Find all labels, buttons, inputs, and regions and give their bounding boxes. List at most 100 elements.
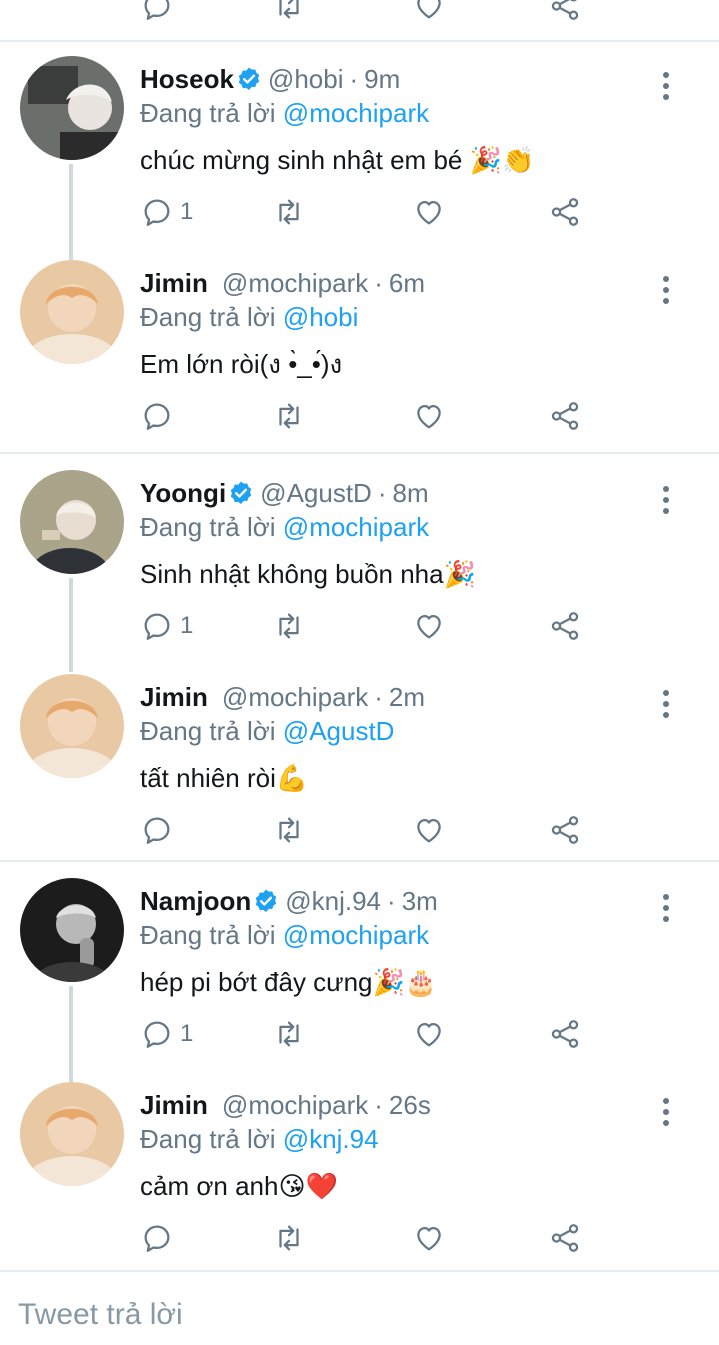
tweet[interactable]: Jimin@mochipark·6m Đang trả lời @hobi Em…: [0, 260, 719, 450]
separator-dot: ·: [387, 886, 396, 916]
tweet-text: Em lớn ròi(ง •̀_•́)ง: [140, 344, 342, 384]
mention-link[interactable]: @mochipark: [283, 512, 429, 542]
replying-to-label: Đang trả lời: [140, 1124, 276, 1154]
display-name[interactable]: Hoseok: [140, 64, 234, 94]
handle[interactable]: @AgustD: [260, 478, 372, 508]
previous-tweet-actions: [0, 0, 719, 42]
reply-icon: [140, 1221, 174, 1255]
avatar[interactable]: [20, 878, 124, 982]
tweet-actions: 1: [140, 192, 600, 232]
tweet[interactable]: Yoongi @AgustD·8m Đang trả lời @mochipark…: [0, 470, 719, 660]
timestamp[interactable]: 2m: [389, 682, 425, 712]
like-button[interactable]: [412, 1014, 446, 1054]
handle[interactable]: @mochipark: [222, 1090, 368, 1120]
retweet-button[interactable]: [272, 1218, 306, 1258]
tweet-header: Namjoon @knj.94·3m: [140, 884, 438, 918]
share-button[interactable]: [548, 606, 582, 646]
reply-button[interactable]: [140, 810, 180, 850]
share-icon: [548, 1017, 582, 1051]
reply-button[interactable]: [140, 396, 180, 436]
like-button[interactable]: [412, 1218, 446, 1258]
timestamp[interactable]: 26s: [389, 1090, 431, 1120]
replying-to: Đang trả lời @mochipark: [140, 96, 429, 130]
like-button[interactable]: [412, 606, 446, 646]
handle[interactable]: @hobi: [268, 64, 344, 94]
share-button[interactable]: [548, 396, 582, 436]
display-name[interactable]: Jimin: [140, 682, 208, 712]
handle[interactable]: @mochipark: [222, 682, 368, 712]
reply-button[interactable]: 1: [140, 606, 193, 646]
avatar[interactable]: [20, 56, 124, 160]
reply-icon: [140, 813, 174, 847]
mention-link[interactable]: @mochipark: [283, 920, 429, 950]
display-name[interactable]: Yoongi: [140, 478, 226, 508]
more-icon[interactable]: [660, 486, 672, 516]
verified-icon: [228, 480, 254, 506]
display-name[interactable]: Namjoon: [140, 886, 251, 916]
retweet-button[interactable]: [272, 810, 306, 850]
avatar[interactable]: [20, 674, 124, 778]
like-button[interactable]: [412, 810, 446, 850]
mention-link[interactable]: @knj.94: [283, 1124, 379, 1154]
tweet-actions: [140, 396, 600, 436]
separator-dot: ·: [349, 64, 358, 94]
handle[interactable]: @mochipark: [222, 268, 368, 298]
share-icon: [548, 609, 582, 643]
share-button[interactable]: [548, 192, 582, 232]
replying-to: Đang trả lời @AgustD: [140, 714, 394, 748]
mention-link[interactable]: @hobi: [283, 302, 359, 332]
avatar[interactable]: [20, 470, 124, 574]
replying-to-label: Đang trả lời: [140, 512, 276, 542]
reply-button[interactable]: 1: [140, 192, 193, 232]
separator-dot: ·: [374, 268, 383, 298]
like-icon[interactable]: [412, 0, 446, 26]
share-button[interactable]: [548, 810, 582, 850]
reply-input[interactable]: Tweet trả lời: [18, 1298, 183, 1332]
share-button[interactable]: [548, 1218, 582, 1258]
retweet-button[interactable]: [272, 396, 306, 436]
avatar[interactable]: [20, 1082, 124, 1186]
reply-composer[interactable]: Tweet trả lời: [0, 1270, 719, 1345]
retweet-button[interactable]: [272, 606, 306, 646]
timestamp[interactable]: 6m: [389, 268, 425, 298]
handle[interactable]: @knj.94: [285, 886, 381, 916]
reply-icon[interactable]: [140, 0, 174, 26]
more-icon[interactable]: [660, 690, 672, 720]
verified-icon: [236, 66, 262, 92]
share-icon: [548, 195, 582, 229]
retweet-icon: [272, 1221, 306, 1255]
replying-to-label: Đang trả lời: [140, 716, 276, 746]
tweet-header: Hoseok @hobi·9m: [140, 62, 400, 96]
share-button[interactable]: [548, 1014, 582, 1054]
avatar[interactable]: [20, 260, 124, 364]
display-name[interactable]: Jimin: [140, 1090, 208, 1120]
reply-button[interactable]: 1: [140, 1014, 193, 1054]
timestamp[interactable]: 3m: [402, 886, 438, 916]
tweet[interactable]: Jimin@mochipark·2m Đang trả lời @AgustD …: [0, 674, 719, 864]
tweet[interactable]: Namjoon@knj.94·3m Đang trả lời @mochipar…: [0, 878, 719, 1068]
reply-icon: [140, 399, 174, 433]
timestamp[interactable]: 9m: [364, 64, 400, 94]
like-icon: [412, 813, 446, 847]
like-button[interactable]: [412, 192, 446, 232]
separator-dot: ·: [378, 478, 387, 508]
mention-link[interactable]: @mochipark: [283, 98, 429, 128]
more-icon[interactable]: [660, 1098, 672, 1128]
like-button[interactable]: [412, 396, 446, 436]
retweet-button[interactable]: [272, 1014, 306, 1054]
more-icon[interactable]: [660, 72, 672, 102]
more-icon[interactable]: [660, 276, 672, 306]
more-icon[interactable]: [660, 894, 672, 924]
tweet-text: chúc mừng sinh nhật em bé 🎉👏: [140, 140, 534, 180]
retweet-button[interactable]: [272, 192, 306, 232]
timestamp[interactable]: 8m: [393, 478, 429, 508]
mention-link[interactable]: @AgustD: [283, 716, 395, 746]
share-icon[interactable]: [548, 0, 582, 26]
verified-icon: [253, 888, 279, 914]
tweet[interactable]: Jimin@mochipark·26s Đang trả lời @knj.94…: [0, 1082, 719, 1272]
tweet-header: Jimin@mochipark·26s: [140, 1088, 431, 1122]
retweet-icon[interactable]: [272, 0, 306, 26]
reply-button[interactable]: [140, 1218, 180, 1258]
display-name[interactable]: Jimin: [140, 268, 208, 298]
tweet[interactable]: Hoseok @hobi·9m Đang trả lời @mochipark c…: [0, 56, 719, 246]
